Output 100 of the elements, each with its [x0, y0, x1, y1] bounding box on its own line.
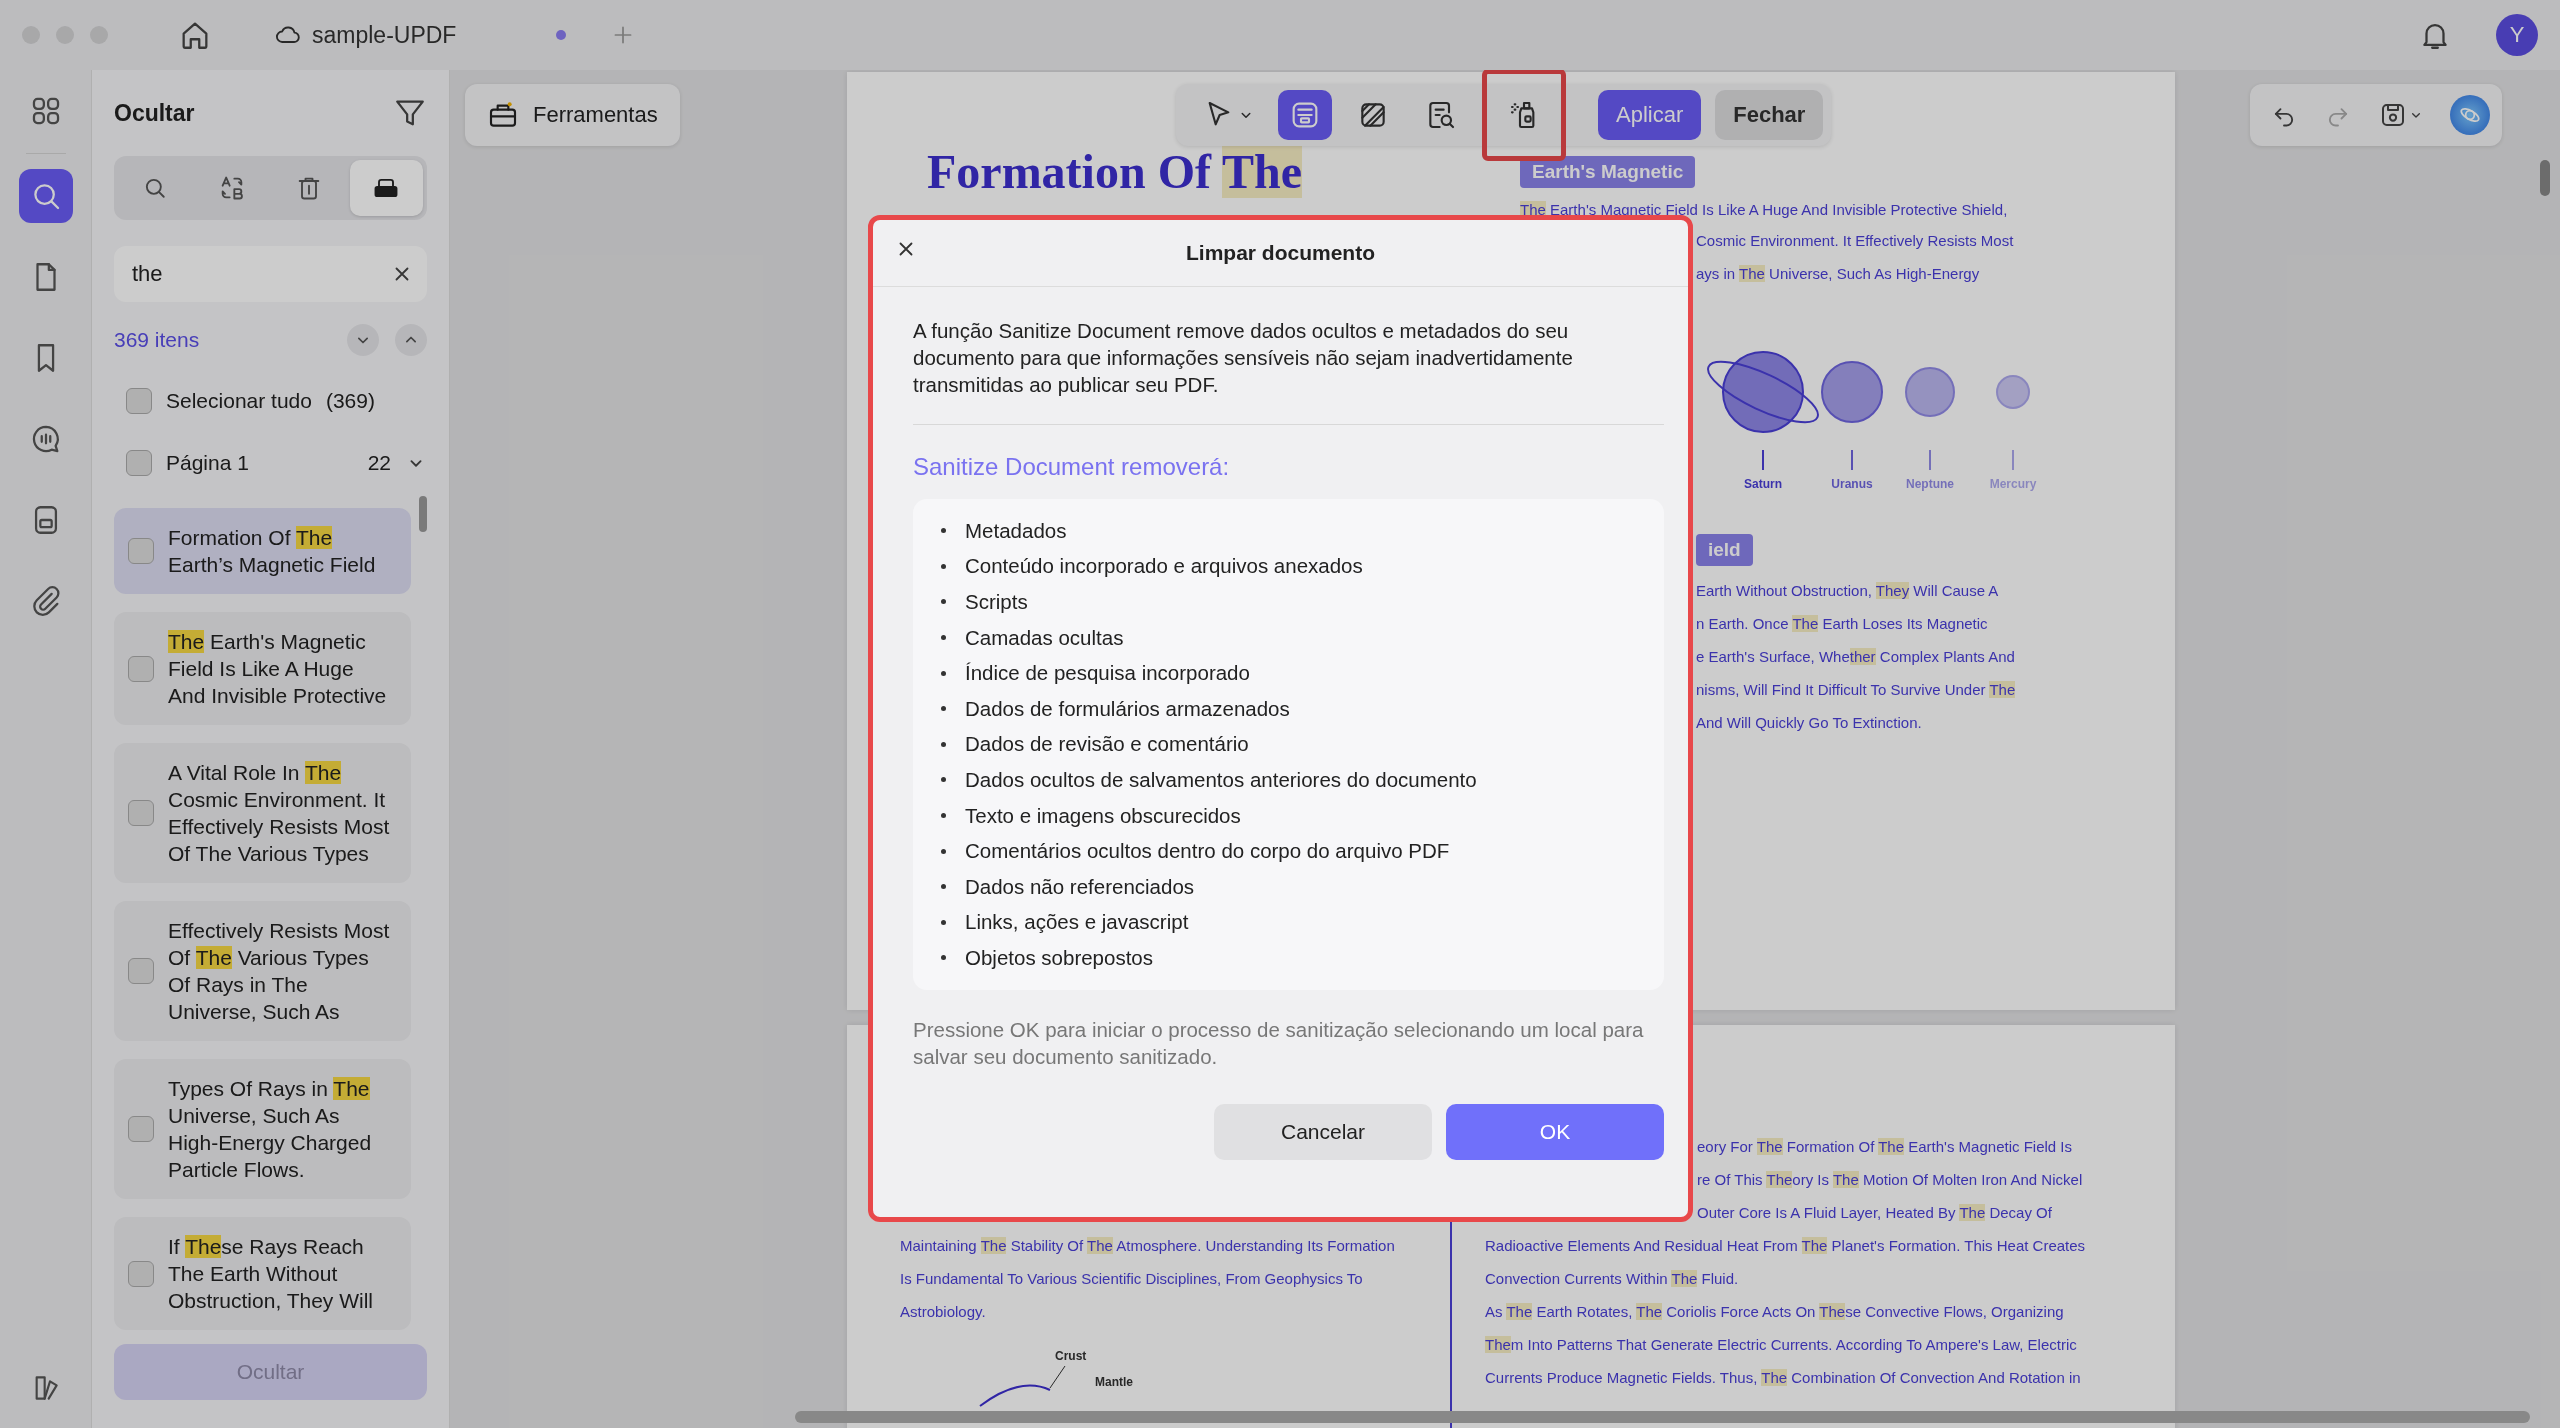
body-text: Convection Currents Within The Fluid.: [1485, 1269, 1740, 1289]
bullet-dot: [941, 670, 946, 676]
close-button[interactable]: Fechar: [1715, 90, 1824, 140]
result-item[interactable]: The Earth's Magnetic Field Is Like A Huge And Invisible Protective: [114, 612, 411, 725]
result-text: Cosmic Environment. It: [168, 787, 387, 813]
list-item: Comentários ocultos dentro do corpo do arquivo PDF: [965, 839, 1450, 864]
scrollbar-thumb[interactable]: [419, 496, 427, 532]
list-item: Texto e imagens obscurecidos: [965, 803, 1241, 828]
bullet-dot: [941, 884, 946, 890]
result-text: Particle Flows.: [168, 1157, 306, 1183]
list-item: Scripts: [965, 590, 1028, 614]
planet-label: Neptune: [1906, 477, 1954, 491]
page-heading: Formation Of The: [927, 144, 1304, 199]
result-text: Effectively Resists Most: [168, 814, 390, 840]
planet-label: Saturn: [1744, 477, 1782, 491]
bullet-dot: [941, 563, 946, 569]
result-item[interactable]: A Vital Role In The Cosmic Environment. It Effectively Resists Most Of The Various Types: [114, 743, 411, 883]
document-tab[interactable]: sample-UPDF: [312, 21, 457, 49]
diagram-label: Crust: [1055, 1349, 1087, 1363]
list-item: Dados ocultos de salvamentos anteriores do documento: [965, 767, 1477, 792]
bullet-dot: [941, 599, 946, 605]
result-item[interactable]: Effectively Resists Most Of The Various Types Of Rays in The Universe, Such As: [114, 901, 411, 1041]
result-text: Obstruction, They Will: [168, 1288, 373, 1314]
search-icon[interactable]: [18, 169, 73, 223]
scrollbar-thumb[interactable]: [2540, 160, 2550, 196]
body-text: n Earth. Once The Earth Loses Its Magnetic: [1696, 614, 1989, 634]
scrollbar-thumb[interactable]: [795, 1411, 2530, 1423]
section-heading: Sanitize Document removerá:: [913, 453, 1231, 481]
result-text: High-Energy Charged: [168, 1130, 372, 1156]
bullet-dot: [941, 528, 946, 534]
ok-button[interactable]: OK: [1446, 1103, 1664, 1160]
body-text: Them Into Patterns That Generate Electric Currents. According To Ampere's Law, Electric: [1485, 1335, 2078, 1355]
list-item: Objetos sobrepostos: [965, 945, 1154, 970]
assistant-icon[interactable]: [2450, 95, 2490, 135]
result-text: Earth’s Magnetic Field: [168, 552, 376, 578]
result-text: Types Of Rays in The: [168, 1076, 371, 1102]
bullet-dot: [941, 813, 946, 819]
redact-icon[interactable]: [349, 160, 423, 216]
list-item: Dados de revisão e comentário: [965, 732, 1249, 757]
list-item: Metadados: [965, 518, 1067, 543]
checkbox[interactable]: [126, 388, 152, 414]
select-all-count: (369): [325, 389, 375, 413]
result-item[interactable]: Types Of Rays in The Universe, Such As High-Energy Charged Particle Flows.: [114, 1059, 411, 1199]
result-text: Formation Of The: [168, 525, 334, 551]
bullet-dot: [941, 777, 946, 783]
result-text: Of The Various Types: [168, 945, 370, 971]
checkbox[interactable]: [128, 655, 154, 682]
diagram-label: Mantle: [1095, 1375, 1133, 1389]
result-text: Of The Various Types: [168, 841, 370, 867]
body-text: nisms, Will Find It Difficult To Survive Under The: [1696, 680, 2017, 700]
body-text: re Of This Theory Is The Motion Of Molten Iron And Nickel: [1697, 1170, 2084, 1190]
result-text: The Earth's Magnetic: [168, 629, 367, 655]
result-count: 369 itens: [114, 328, 201, 352]
body-text: Is Fundamental To Various Scientific Disciplines, From Geophysics To: [900, 1269, 1364, 1289]
body-text: Astrobiology.: [900, 1302, 987, 1322]
list-item: Camadas ocultas: [965, 625, 1124, 650]
page-label: Página 1: [166, 451, 250, 475]
checkbox[interactable]: [128, 538, 154, 564]
select-all-label: Selecionar tudo: [166, 389, 312, 413]
checkbox[interactable]: [128, 1260, 154, 1287]
body-text: Currents Produce Magnetic Fields. Thus, The Combination Of Convection And Rotation in: [1485, 1368, 2082, 1388]
search-field[interactable]: the: [114, 246, 427, 302]
checkbox[interactable]: [128, 1116, 154, 1142]
result-text: Universe, Such As: [168, 1103, 341, 1129]
body-text: e Earth's Surface, Whether Complex Plants And: [1696, 647, 2016, 667]
bullet-dot: [941, 955, 946, 961]
page-count: 22: [367, 451, 391, 475]
checkbox[interactable]: [128, 800, 154, 826]
result-text: Field Is Like A Huge: [168, 656, 355, 682]
bullet-dot: [941, 919, 946, 925]
checkbox[interactable]: [126, 450, 152, 476]
result-text: Effectively Resists Most: [168, 918, 390, 944]
bullet-dot: [941, 741, 946, 747]
dialog-title: Limpar documento: [1186, 241, 1375, 265]
body-text: eory For The Formation Of The Earth's Magnetic Field Is: [1697, 1137, 2073, 1157]
bullet-dot: [941, 706, 946, 712]
result-text: Universe, Such As: [168, 999, 341, 1025]
result-text: If These Rays Reach: [168, 1234, 365, 1260]
cancel-button[interactable]: Cancelar: [1214, 1103, 1432, 1160]
avatar[interactable]: Y: [2496, 14, 2538, 56]
bullet-dot: [941, 848, 946, 854]
tools-button[interactable]: Ferramentas: [465, 84, 680, 146]
list-item: Dados não referenciados: [965, 874, 1195, 899]
result-text: Of Rays in The: [168, 972, 309, 998]
apply-button[interactable]: Aplicar: [1598, 90, 1702, 140]
mark-text-icon[interactable]: [1278, 90, 1332, 140]
list-item: Índice de pesquisa incorporado: [965, 661, 1250, 686]
result-item[interactable]: If These Rays Reach The Earth Without Obstruction, They Will: [114, 1217, 411, 1330]
bullet-dot: [941, 635, 946, 641]
planet-label: Mercury: [1989, 477, 2037, 491]
result-item[interactable]: Formation Of The Earth’s Magnetic Field: [114, 508, 411, 594]
body-text: Cosmic Environment. It Effectively Resists Most: [1696, 231, 2015, 251]
list-item: Conteúdo incorporado e arquivos anexados: [965, 554, 1363, 579]
dialog-description: A função Sanitize Document remove dados ocultos e metadados do seu documento para que informações sensíveis não sejam inadvertidamente transmitidas ao publicar seu PDF.: [913, 318, 1574, 398]
body-text: Maintaining The Stability Of The Atmosphere. Understanding Its Formation: [900, 1236, 1396, 1256]
panel-title: Ocultar: [114, 99, 195, 127]
checkbox[interactable]: [128, 958, 154, 984]
body-text: As The Earth Rotates, The Coriolis Force Acts On These Convective Flows, Organizing: [1485, 1302, 2065, 1322]
body-text: Earth Without Obstruction, They Will Cause A: [1696, 581, 2000, 601]
list-item: Dados de formulários armazenados: [965, 696, 1290, 721]
